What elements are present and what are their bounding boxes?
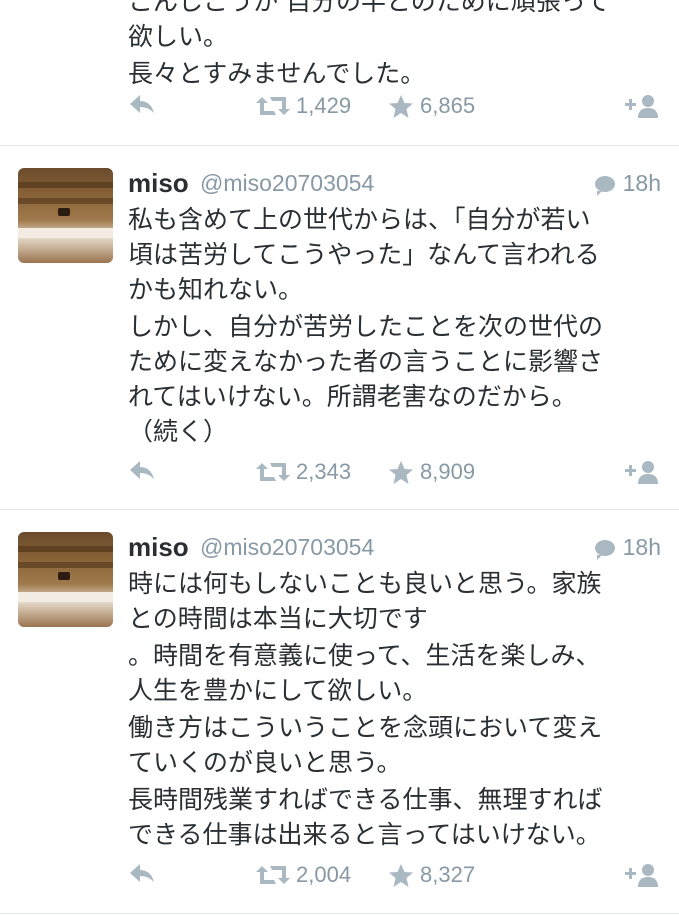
- tweet-time: 18h: [594, 170, 661, 197]
- favorite-count: 8,327: [420, 862, 476, 887]
- reply-button[interactable]: [128, 862, 156, 884]
- user-handle[interactable]: @miso20703054: [200, 534, 374, 561]
- tweet-line: しかし、自分が苦労したことを次の世代の: [128, 312, 604, 341]
- tweet-card[interactable]: こんしこうか 自分の半とのために頑張って 欲しい。 長々とすみませんでした。 1…: [0, 0, 679, 146]
- reply-icon: [130, 864, 154, 882]
- user-name[interactable]: miso: [128, 532, 189, 563]
- retweet-count: 2,343: [296, 459, 352, 484]
- conversation-icon: [594, 175, 615, 196]
- favorite-button[interactable]: 8,909: [388, 459, 475, 485]
- retweet-button[interactable]: 1,429: [256, 93, 351, 119]
- tweet-line: 。時間を有意義に使って、生活を楽しみ、: [128, 641, 601, 670]
- tweet-actions: 1,429 6,865: [128, 93, 661, 123]
- tweet-line: ために変えなかった者の言うことに影響さ: [128, 347, 604, 376]
- retweet-icon: [256, 97, 290, 115]
- tweet-header: miso @miso20703054 18h: [128, 168, 661, 198]
- tweet-line: 人生を豊かにして欲しい。: [128, 676, 428, 705]
- tweet-line: れてはいけない。所謂老害なのだから。: [128, 382, 577, 411]
- tweet-actions: 2,343 8,909: [128, 459, 661, 489]
- retweet-button[interactable]: 2,004: [256, 862, 351, 888]
- star-icon: [389, 94, 413, 118]
- tweet-time: 18h: [594, 534, 661, 561]
- follow-button[interactable]: [621, 93, 661, 119]
- tweet-line: 私も含めて上の世代からは、「自分が若い: [128, 205, 591, 234]
- follow-icon: [625, 95, 658, 118]
- tweet-line: 働き方はこういうことを念頭において変え: [128, 713, 603, 742]
- tweet-line: 欲しい。: [128, 22, 229, 51]
- follow-icon: [625, 461, 658, 484]
- tweet-line: 頃は苦労してこうやった」なんて言われる: [128, 240, 600, 269]
- favorite-button[interactable]: 6,865: [388, 93, 475, 119]
- time-label: 18h: [622, 534, 661, 560]
- user-handle[interactable]: @miso20703054: [200, 170, 374, 197]
- follow-button[interactable]: [621, 862, 661, 888]
- retweet-button[interactable]: 2,343: [256, 459, 351, 485]
- reply-button[interactable]: [128, 459, 156, 481]
- time-label: 18h: [622, 170, 661, 196]
- tweet-line: との時間は本当に大切です: [128, 604, 428, 633]
- tweet-text: 時には何もしないことも良いと思う。家族 との時間は本当に大切です 。時間を有意義…: [128, 566, 661, 852]
- avatar[interactable]: [18, 168, 113, 263]
- retweet-icon: [256, 463, 290, 481]
- tweet-card[interactable]: miso @miso20703054 18h 私も含めて上の世代からは、「自分が…: [0, 146, 679, 510]
- tweet-line: ていくのが良いと思う。: [128, 748, 402, 777]
- favorite-count: 8,909: [420, 459, 476, 484]
- reply-icon: [130, 461, 154, 479]
- follow-icon: [625, 864, 658, 887]
- tweet-actions: 2,004 8,327: [128, 862, 661, 892]
- follow-button[interactable]: [621, 459, 661, 485]
- avatar[interactable]: [18, 532, 113, 627]
- star-icon: [389, 460, 413, 484]
- tweet-text: 私も含めて上の世代からは、「自分が若い 頃は苦労してこうやった」なんて言われる …: [128, 202, 661, 449]
- tweet-line: 長々とすみませんでした。: [128, 59, 426, 88]
- tweet-line: こんしこうか 自分の半とのために頑張って: [128, 0, 610, 16]
- conversation-icon: [594, 539, 615, 560]
- favorite-button[interactable]: 8,327: [388, 862, 475, 888]
- tweet-line: できる仕事は出来ると言ってはいけない。: [128, 820, 601, 849]
- star-icon: [389, 863, 413, 887]
- tweet-line: 時には何もしないことも良いと思う。家族: [128, 569, 602, 598]
- reply-button[interactable]: [128, 93, 156, 115]
- tweet-header: miso @miso20703054 18h: [128, 532, 661, 562]
- retweet-count: 1,429: [296, 93, 352, 118]
- reply-icon: [130, 95, 154, 113]
- tweet-line: かも知れない。: [128, 275, 304, 304]
- retweet-count: 2,004: [296, 862, 352, 887]
- tweet-line: （続く）: [128, 417, 229, 446]
- tweet-line: 長時間残業すればできる仕事、無理すれば: [128, 785, 603, 814]
- retweet-icon: [256, 866, 290, 884]
- user-name[interactable]: miso: [128, 168, 189, 199]
- favorite-count: 6,865: [420, 93, 476, 118]
- tweet-card[interactable]: miso @miso20703054 18h 時には何もしないことも良いと思う。…: [0, 510, 679, 914]
- tweet-text: こんしこうか 自分の半とのために頑張って 欲しい。 長々とすみませんでした。: [128, 0, 661, 91]
